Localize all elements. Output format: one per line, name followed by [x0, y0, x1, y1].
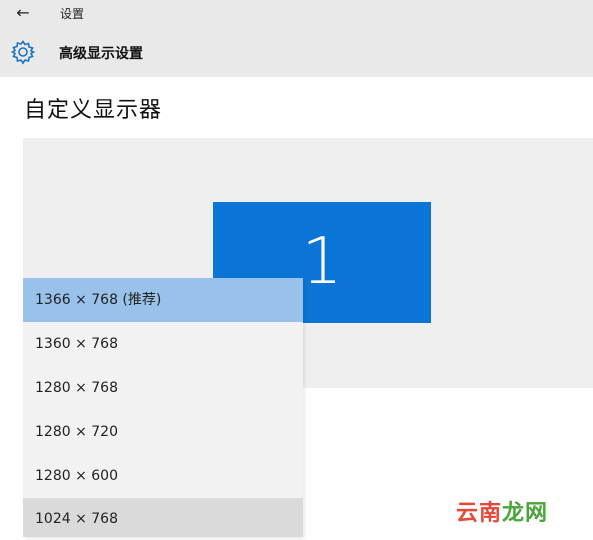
watermark-part-1: 云南 [456, 501, 503, 526]
watermark-part-2: 龙网 [502, 501, 549, 526]
title-bar: ← 设置 [0, 0, 593, 28]
header-title: 高级显示设置 [59, 46, 143, 62]
resolution-option-selected[interactable]: 1366 × 768 (推荐) [23, 278, 303, 322]
resolution-option[interactable]: 1280 × 720 [23, 410, 303, 454]
back-arrow-icon: ← [16, 3, 30, 22]
page-title: 自定义显示器 [24, 98, 163, 123]
resolution-option[interactable]: 1360 × 768 [23, 322, 303, 366]
gear-icon [10, 40, 36, 65]
page-header: 高级显示设置 [0, 28, 593, 77]
back-button[interactable]: ← [10, 2, 36, 24]
resolution-option-hovered[interactable]: 1024 × 768 [23, 498, 303, 537]
resolution-dropdown-list: 1366 × 768 (推荐) 1360 × 768 1280 × 768 12… [23, 278, 303, 537]
watermark: 云南龙网 [456, 495, 548, 527]
app-title: 设置 [60, 7, 85, 21]
resolution-option[interactable]: 1280 × 600 [23, 454, 303, 498]
resolution-option[interactable]: 1280 × 768 [23, 366, 303, 410]
